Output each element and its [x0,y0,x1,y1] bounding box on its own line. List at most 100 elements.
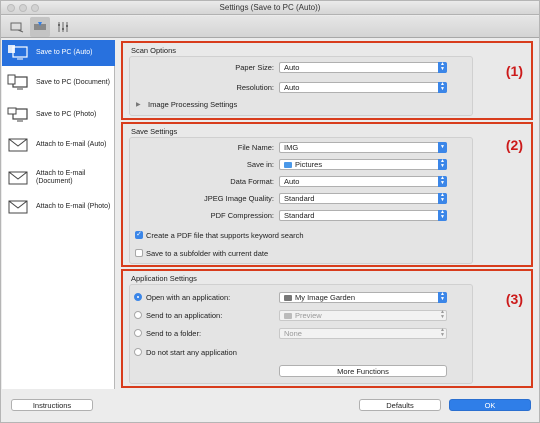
image-processing-settings-toggle[interactable]: Image Processing Settings [148,100,237,109]
sidebar-item-save-to-pc-document[interactable]: Save to PC (Document) [2,70,115,96]
folder-icon [284,162,292,168]
save-in-select[interactable]: Pictures ▲ ▼ [279,159,447,170]
chevron-updown-icon: ▲ ▼ [438,176,447,187]
save-to-pc-photo-icon [7,107,28,122]
do-not-start-application-label: Do not start any application [146,348,237,357]
open-with-application-value: My Image Garden [295,293,356,302]
send-to-folder-select[interactable]: None ▲ ▼ [279,328,447,339]
scan-from-pc-icon [10,22,24,33]
chevron-updown-icon: ▲ ▼ [438,210,447,221]
paper-size-label: Paper Size: [235,63,274,72]
resolution-label: Resolution: [236,83,274,92]
mail-photo-icon [8,200,28,214]
sidebar-item-label: Attach to E-mail (Photo) [36,203,111,210]
open-with-application-select[interactable]: My Image Garden ▲ ▼ [279,292,447,303]
tab-scan-from-operation-panel[interactable] [30,17,50,37]
zoom-window-button[interactable] [31,4,39,12]
subfolder-checkbox[interactable] [135,249,143,257]
paper-size-value: Auto [284,63,300,72]
tab-general-settings[interactable] [53,17,73,37]
file-name-value: IMG [284,143,299,152]
disclosure-triangle-icon[interactable]: ▶ [136,101,141,108]
keyword-search-checkbox[interactable]: ✓ [135,231,143,239]
chevron-updown-icon: ▲ ▼ [438,82,447,93]
data-format-select[interactable]: Auto ▲ ▼ [279,176,447,187]
settings-window: Settings (Save to PC (Auto)) Save to PC … [0,0,540,423]
mail-document-icon [8,171,28,185]
chevron-updown-icon: ▲ ▼ [438,193,447,204]
pdf-compression-value: Standard [284,211,315,220]
application-settings-title: Application Settings [131,274,197,283]
sidebar-item-label: Attach to E-mail (Document) [36,170,86,185]
sidebar-item-attach-to-email-document[interactable]: Attach to E-mail (Document) [2,163,115,193]
pdf-compression-label: PDF Compression: [210,211,274,220]
save-in-value: Pictures [295,160,323,169]
save-to-pc-document-icon [7,74,28,90]
subfolder-label: Save to a subfolder with current date [146,249,269,258]
send-to-application-value: Preview [295,311,322,320]
resolution-value: Auto [284,83,300,92]
paper-size-select[interactable]: Auto ▲ ▼ [279,62,447,73]
chevron-updown-icon: ▲ ▼ [438,159,447,170]
scan-options-group: Paper Size: Auto ▲ ▼ Resolution: Auto ▲ ▼ … [129,56,473,116]
save-settings-group: File Name: IMG ▼ Save in: Pictures ▲ ▼ Da… [129,137,473,264]
keyword-search-label: Create a PDF file that supports keyword … [146,231,304,240]
file-name-label: File Name: [237,143,274,152]
sidebar-item-label: Save to PC (Document) [36,79,110,86]
send-to-folder-label: Send to a folder: [146,329,202,338]
title-bar: Settings (Save to PC (Auto)) [1,1,539,15]
tab-scan-from-pc[interactable] [7,17,27,37]
window-title: Settings (Save to PC (Auto)) [219,3,321,12]
sidebar-item-label: Save to PC (Photo) [36,111,97,118]
save-settings-panel: Save Settings (2) File Name: IMG ▼ Save … [121,122,533,267]
save-settings-title: Save Settings [131,127,178,136]
ok-button[interactable]: OK [449,399,531,411]
data-format-value: Auto [284,177,300,186]
chevron-updown-icon: ▲ ▼ [440,309,445,320]
more-functions-button[interactable]: More Functions [279,365,447,377]
sidebar-item-save-to-pc-photo[interactable]: Save to PC (Photo) [2,102,115,128]
send-to-application-label: Send to an application: [146,311,223,320]
minimize-window-button[interactable] [19,4,27,12]
section-number-3: (3) [505,291,523,307]
sidebar-item-attach-to-email-photo[interactable]: Attach to E-mail (Photo) [2,194,115,220]
mail-icon [8,138,28,152]
data-format-label: Data Format: [230,177,274,186]
app-icon [284,295,292,301]
open-with-application-radio[interactable] [134,293,142,301]
send-to-folder-radio[interactable] [134,329,142,337]
chevron-updown-icon: ▲ ▼ [438,62,447,73]
scan-from-operation-panel-icon [34,22,46,30]
app-icon [284,313,292,319]
instructions-button[interactable]: Instructions [11,399,93,411]
defaults-button[interactable]: Defaults [359,399,441,411]
sidebar-item-label: Attach to E-mail (Auto) [36,141,107,148]
jpeg-image-quality-value: Standard [284,194,315,203]
do-not-start-application-radio[interactable] [134,348,142,356]
chevron-down-icon: ▼ [438,142,447,153]
save-to-pc-auto-icon [8,45,28,60]
sidebar-item-label: Save to PC (Auto) [36,49,93,56]
sidebar-item-save-to-pc-auto[interactable]: Save to PC (Auto) [2,40,115,66]
application-settings-panel: Application Settings (3) Open with an ap… [121,269,533,388]
jpeg-image-quality-label: JPEG Image Quality: [203,194,274,203]
general-settings-icon [58,22,68,32]
sidebar-item-attach-to-email-auto[interactable]: Attach to E-mail (Auto) [2,132,115,158]
pdf-compression-select[interactable]: Standard ▲ ▼ [279,210,447,221]
jpeg-image-quality-select[interactable]: Standard ▲ ▼ [279,193,447,204]
save-in-label: Save in: [246,160,274,169]
resolution-select[interactable]: Auto ▲ ▼ [279,82,447,93]
chevron-updown-icon: ▲ ▼ [440,327,445,338]
close-window-button[interactable] [7,4,15,12]
send-to-folder-value: None [284,329,302,338]
section-number-1: (1) [505,63,523,79]
toolbar [1,16,539,38]
chevron-updown-icon: ▲ ▼ [438,292,447,303]
sidebar: Save to PC (Auto) Save to PC (Document) … [2,40,115,389]
file-name-combo[interactable]: IMG ▼ [279,142,447,153]
open-with-application-label: Open with an application: [146,293,231,302]
send-to-application-radio[interactable] [134,311,142,319]
send-to-application-select[interactable]: Preview ▲ ▼ [279,310,447,321]
scan-options-title: Scan Options [131,46,177,55]
section-number-2: (2) [505,137,523,153]
